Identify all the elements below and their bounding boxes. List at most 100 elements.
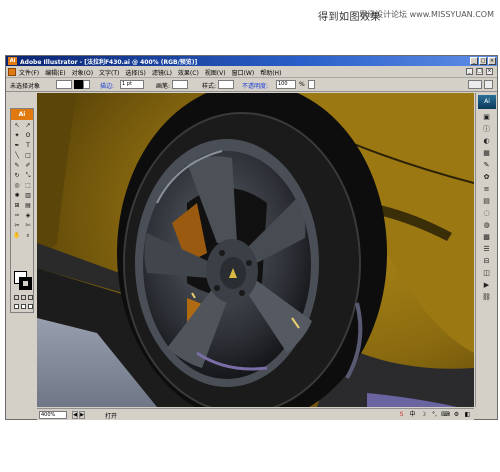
keyboard-icon[interactable]: ⌨: [441, 410, 450, 419]
illustrator-app-icon: Ai: [8, 57, 17, 65]
blend-icon[interactable]: ◈: [23, 211, 33, 220]
none-mode-icon[interactable]: [28, 295, 33, 300]
rotate-icon[interactable]: ↻: [12, 171, 22, 180]
swatches-icon[interactable]: ▦: [479, 149, 494, 158]
transparency-icon[interactable]: ◌: [479, 209, 494, 218]
close-button[interactable]: ×: [488, 57, 496, 65]
appearance-icon[interactable]: ◍: [479, 221, 494, 230]
paintbrush-icon[interactable]: ✎: [12, 161, 22, 170]
standard-screen-icon[interactable]: [14, 304, 19, 309]
pen-icon[interactable]: ✒: [12, 141, 22, 150]
next-page-button[interactable]: ▶: [79, 411, 85, 419]
zoom-icon[interactable]: ⌕: [23, 231, 33, 240]
brush-dropdown[interactable]: [172, 80, 188, 89]
screen-mode-buttons: [14, 304, 33, 309]
pencil-icon[interactable]: ✐: [23, 161, 33, 170]
scale-icon[interactable]: ⤡: [23, 171, 33, 180]
gradient-icon[interactable]: ▤: [23, 201, 33, 210]
brush-label: 画笔:: [156, 83, 171, 90]
symbols-icon[interactable]: ✿: [479, 173, 494, 182]
document-window-controls: _ □ ×: [466, 68, 493, 75]
lug-nut-2: [246, 260, 252, 266]
graph-style-icon[interactable]: [468, 80, 482, 89]
opacity-field[interactable]: 100: [276, 80, 296, 89]
warp-icon[interactable]: ◎: [12, 181, 22, 190]
stroke-swatch[interactable]: [19, 277, 32, 290]
links-icon[interactable]: ⛓: [479, 293, 494, 302]
slice-icon[interactable]: ✂: [12, 221, 22, 230]
align-icon[interactable]: ⊟: [479, 257, 494, 266]
free-transform-icon[interactable]: ⬚: [23, 181, 33, 190]
brushes-icon[interactable]: ✎: [479, 161, 494, 170]
minimize-button[interactable]: _: [470, 57, 478, 65]
direct-selection-icon[interactable]: ↗: [23, 121, 33, 130]
chinese-input-icon[interactable]: 中: [408, 410, 417, 419]
menu-object[interactable]: 对象(O): [71, 68, 94, 77]
stroke-label[interactable]: 描边:: [100, 81, 114, 90]
menu-edit[interactable]: 编辑(E): [44, 68, 66, 77]
fill-color-dropdown[interactable]: [56, 80, 72, 89]
eyedropper-icon[interactable]: ✑: [12, 211, 22, 220]
opacity-dropdown-arrow[interactable]: [308, 80, 315, 89]
title-bar[interactable]: Ai Adobe Illustrator - [法拉利F430.ai @ 400…: [6, 56, 497, 66]
tray-close-icon[interactable]: ◧: [463, 410, 472, 419]
window-title: Adobe Illustrator - [法拉利F430.ai @ 400% (…: [20, 59, 198, 66]
stroke-weight-field[interactable]: 1 pt: [120, 80, 144, 89]
doc-minimize-button[interactable]: _: [466, 68, 473, 75]
color-mode-icon[interactable]: [14, 295, 19, 300]
rectangle-icon[interactable]: □: [23, 151, 33, 160]
menu-window[interactable]: 窗口(W): [231, 68, 256, 77]
canvas[interactable]: [37, 93, 474, 407]
navigator-icon[interactable]: ▣: [479, 113, 494, 122]
menu-effect[interactable]: 效果(C): [177, 68, 200, 77]
document-icon: [8, 68, 16, 76]
menu-filter[interactable]: 滤镜(L): [151, 68, 173, 77]
menu-type[interactable]: 文字(T): [98, 68, 120, 77]
doc-close-button[interactable]: ×: [486, 68, 493, 75]
stroke-dropdown-arrow[interactable]: [83, 80, 90, 89]
ime-icon[interactable]: S: [397, 410, 406, 419]
selection-arrow-icon[interactable]: ↖: [12, 121, 22, 130]
punctuation-icon[interactable]: °,: [430, 410, 439, 419]
full-screen-icon[interactable]: [28, 304, 33, 309]
maximize-button[interactable]: □: [479, 57, 487, 65]
graphic-styles-icon[interactable]: ▩: [479, 233, 494, 242]
hand-icon[interactable]: ✋: [12, 231, 22, 240]
watermark: 思缘设计论坛 www.MISSYUAN.COM: [359, 10, 494, 19]
menu-view[interactable]: 视图(V): [204, 68, 227, 77]
zoom-field[interactable]: 400%: [39, 411, 67, 419]
settings-icon[interactable]: ⚙: [452, 410, 461, 419]
gradient-panel-icon[interactable]: ▤: [479, 197, 494, 206]
info-icon[interactable]: ⓘ: [479, 125, 494, 134]
style-dropdown[interactable]: [218, 80, 234, 89]
type-icon[interactable]: T: [23, 141, 33, 150]
prev-page-button[interactable]: ◀: [72, 411, 78, 419]
mesh-icon[interactable]: ⊞: [12, 201, 22, 210]
selection-status: 未选择对象: [10, 83, 41, 90]
graph-icon[interactable]: ▥: [23, 191, 33, 200]
scissors-icon[interactable]: ✄: [23, 221, 33, 230]
gradient-mode-icon[interactable]: [21, 295, 26, 300]
layers-icon[interactable]: ☰: [479, 245, 494, 254]
menu-file[interactable]: 文件(F): [18, 68, 40, 77]
symbol-sprayer-icon[interactable]: ✺: [12, 191, 22, 200]
magic-wand-icon[interactable]: ✦: [12, 131, 22, 140]
menu-select[interactable]: 选择(S): [124, 68, 147, 77]
fill-stroke-block: [14, 271, 32, 291]
moon-icon[interactable]: ☽: [419, 410, 428, 419]
doc-restore-button[interactable]: □: [476, 68, 483, 75]
status-text: 打开: [105, 413, 118, 420]
stroke-color-swatch[interactable]: [74, 80, 83, 89]
tool-grid: ↖ ↗ ✦ ʘ ✒ T ╲ □ ✎ ✐ ↻ ⤡ ◎ ⬚ ✺ ▥ ⊞ ▤ ✑ ◈ …: [11, 120, 33, 241]
lasso-icon[interactable]: ʘ: [23, 131, 33, 140]
actions-icon[interactable]: ▶: [479, 281, 494, 290]
line-icon[interactable]: ╲: [12, 151, 22, 160]
opacity-label[interactable]: 不透明度:: [242, 81, 268, 90]
full-screen-menu-icon[interactable]: [21, 304, 26, 309]
panel-menu-icon[interactable]: [484, 80, 493, 89]
menu-help[interactable]: 帮助(H): [259, 68, 282, 77]
pathfinder-icon[interactable]: ◫: [479, 269, 494, 278]
color-icon[interactable]: ◐: [479, 137, 494, 146]
toolbox: Ai ↖ ↗ ✦ ʘ ✒ T ╲ □ ✎ ✐ ↻ ⤡ ◎ ⬚ ✺ ▥ ⊞ ▤ ✑…: [10, 108, 34, 313]
stroke-icon[interactable]: ≡: [479, 185, 494, 194]
